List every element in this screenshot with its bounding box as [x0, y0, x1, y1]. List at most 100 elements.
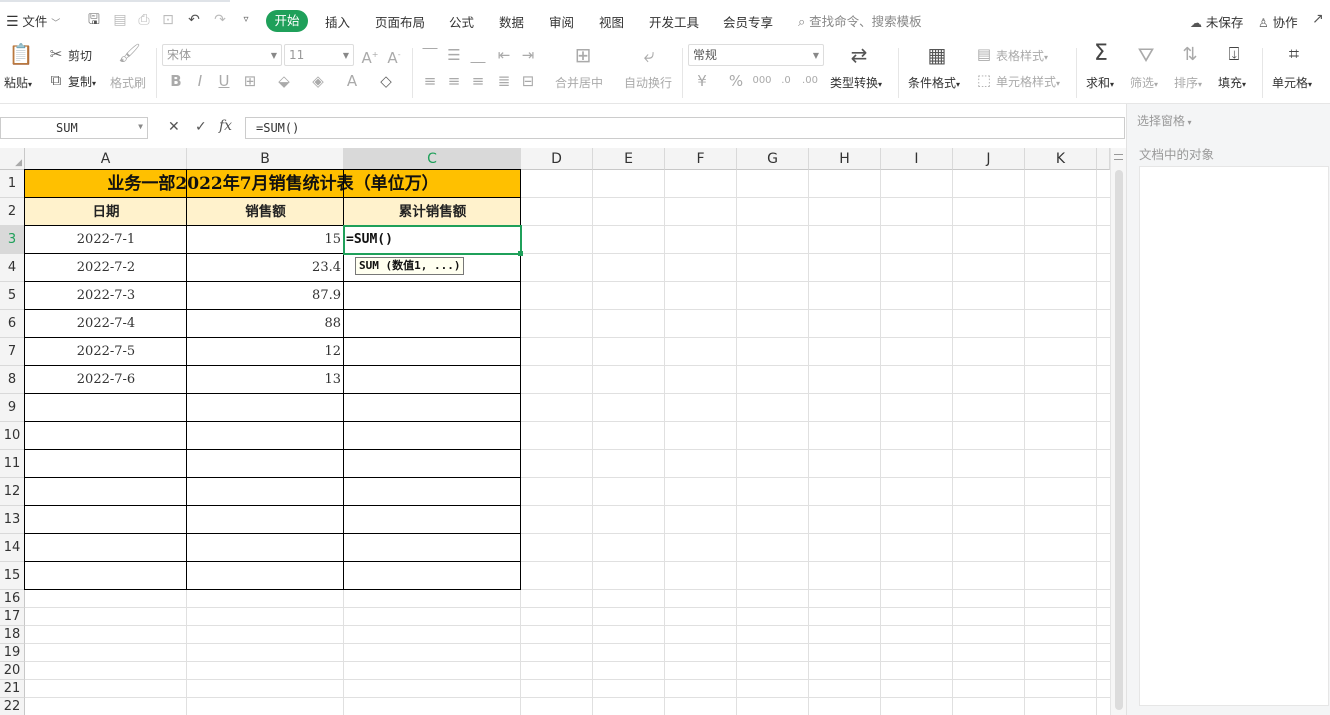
- column-header-i[interactable]: I: [881, 148, 953, 170]
- row-header-16[interactable]: 16: [0, 590, 25, 608]
- thousands-icon[interactable]: 000: [752, 71, 772, 91]
- row-header-9[interactable]: 9: [0, 394, 25, 422]
- cut-button[interactable]: 剪切: [68, 47, 92, 64]
- copy-button[interactable]: 复制▾: [68, 73, 96, 90]
- date-cell[interactable]: 2022-7-4: [25, 310, 187, 338]
- sales-cell[interactable]: 23.4: [187, 254, 344, 282]
- row-header-11[interactable]: 11: [0, 450, 25, 478]
- increase-decimal-icon[interactable]: .0: [776, 71, 796, 91]
- redo-icon[interactable]: ↷: [212, 11, 228, 29]
- spreadsheet-grid[interactable]: ◢ ABCDEFGHIJK 1 2 3 4 5 6 7 8 9 10 11 12 13 14 15 16 17 1…: [0, 148, 1110, 715]
- active-cell-c3[interactable]: =SUM(): [343, 225, 523, 256]
- date-cell[interactable]: 2022-7-5: [25, 338, 187, 366]
- decrease-indent-icon[interactable]: ⇤: [494, 45, 514, 65]
- scrollbar-thumb[interactable]: [1115, 170, 1123, 710]
- confirm-icon[interactable]: ✓: [195, 119, 207, 135]
- font-size-select[interactable]: 11 ▼: [284, 44, 354, 66]
- row-header-20[interactable]: 20: [0, 662, 25, 680]
- export-pdf-icon[interactable]: ▤: [112, 11, 128, 29]
- column-header-h[interactable]: H: [809, 148, 881, 170]
- insert-function-icon[interactable]: fx: [219, 118, 232, 134]
- merge-center-button[interactable]: 合并居中: [555, 74, 603, 91]
- row-header-7[interactable]: 7: [0, 338, 25, 366]
- decrease-font-icon[interactable]: A-: [384, 45, 404, 67]
- row-header-18[interactable]: 18: [0, 626, 25, 644]
- date-cell[interactable]: 2022-7-2: [25, 254, 187, 282]
- undo-icon[interactable]: ↶: [186, 11, 202, 29]
- column-header-j[interactable]: J: [953, 148, 1025, 170]
- file-menu[interactable]: ☰ 文件 ﹀: [6, 11, 66, 31]
- format-painter-button[interactable]: 格式刷: [110, 74, 146, 91]
- date-cell[interactable]: 2022-7-3: [25, 282, 187, 310]
- sort-button[interactable]: 排序▾: [1174, 74, 1202, 91]
- cancel-icon[interactable]: ✕: [168, 119, 180, 135]
- sales-cell[interactable]: 88: [187, 310, 344, 338]
- sales-cell[interactable]: 87.9: [187, 282, 344, 310]
- decrease-decimal-icon[interactable]: .00: [800, 71, 820, 91]
- paste-button[interactable]: 粘贴▾: [4, 74, 32, 91]
- row-header-2[interactable]: 2: [0, 198, 25, 226]
- column-header-d[interactable]: D: [521, 148, 593, 170]
- percent-icon[interactable]: %: [726, 71, 746, 91]
- column-header-b[interactable]: B: [187, 148, 344, 170]
- tab-member[interactable]: 会员专享: [723, 12, 773, 31]
- table-header-cell[interactable]: 日期: [25, 198, 187, 226]
- tab-developer[interactable]: 开发工具: [649, 12, 699, 31]
- number-format-select[interactable]: 常规 ▼: [688, 44, 824, 66]
- font-color-icon[interactable]: A: [342, 71, 362, 91]
- table-header-cell[interactable]: 累计销售额: [344, 198, 521, 226]
- align-left-icon[interactable]: ≡: [420, 71, 440, 91]
- tab-insert[interactable]: 插入: [325, 12, 350, 31]
- print-preview-icon[interactable]: ⊡: [160, 11, 176, 29]
- collaborate-button[interactable]: ♙ 协作: [1258, 12, 1298, 31]
- tab-formulas[interactable]: 公式: [449, 12, 474, 31]
- column-header-g[interactable]: G: [737, 148, 809, 170]
- save-icon[interactable]: 🖫: [86, 11, 102, 29]
- row-header-4[interactable]: 4: [0, 254, 25, 282]
- distribute-icon[interactable]: ⊟: [518, 71, 538, 91]
- conditional-format-button[interactable]: 条件格式▾: [908, 74, 960, 91]
- column-header-f[interactable]: F: [665, 148, 737, 170]
- clear-format-icon[interactable]: ◇: [376, 71, 396, 91]
- command-search[interactable]: ⌕ 查找命令、搜索模板: [798, 11, 922, 31]
- cell-editor-text[interactable]: =SUM(): [346, 227, 393, 253]
- column-header-e[interactable]: E: [593, 148, 665, 170]
- bold-icon[interactable]: B: [166, 71, 186, 91]
- row-header-1[interactable]: 1: [0, 170, 25, 198]
- filter-button[interactable]: 筛选▾: [1130, 74, 1158, 91]
- align-top-icon[interactable]: ⎺: [420, 45, 440, 65]
- border-icon[interactable]: ⊞: [240, 71, 260, 91]
- split-handle[interactable]: [1114, 154, 1123, 160]
- row-header-14[interactable]: 14: [0, 534, 25, 562]
- column-header-k[interactable]: K: [1025, 148, 1097, 170]
- italic-icon[interactable]: I: [190, 71, 210, 91]
- row-header-22[interactable]: 22: [0, 698, 25, 715]
- date-cell[interactable]: 2022-7-6: [25, 366, 187, 394]
- align-middle-icon[interactable]: ☰: [444, 45, 464, 65]
- select-all-corner[interactable]: ◢: [0, 148, 25, 170]
- tab-data[interactable]: 数据: [499, 12, 524, 31]
- row-header-19[interactable]: 19: [0, 644, 25, 662]
- row-header-15[interactable]: 15: [0, 562, 25, 590]
- unsaved-status[interactable]: ☁ 未保存: [1190, 12, 1243, 31]
- row-header-13[interactable]: 13: [0, 506, 25, 534]
- tab-page-layout[interactable]: 页面布局: [375, 12, 425, 31]
- row-header-3[interactable]: 3: [0, 226, 25, 254]
- increase-indent-icon[interactable]: ⇥: [518, 45, 538, 65]
- paste-icon[interactable]: 📋: [8, 44, 34, 70]
- justify-icon[interactable]: ≣: [494, 71, 514, 91]
- tab-home[interactable]: 开始: [266, 10, 308, 32]
- sales-cell[interactable]: 12: [187, 338, 344, 366]
- table-header-cell[interactable]: 销售额: [187, 198, 344, 226]
- table-style-button[interactable]: 表格样式▾: [996, 47, 1048, 64]
- cell-button[interactable]: 单元格▾: [1272, 74, 1312, 91]
- name-box[interactable]: SUM ▼: [0, 117, 148, 139]
- align-bottom-icon[interactable]: ⎽: [468, 45, 488, 65]
- row-header-5[interactable]: 5: [0, 282, 25, 310]
- print-icon[interactable]: ⎙: [136, 11, 152, 29]
- quick-access-dropdown-icon[interactable]: ▿: [238, 11, 254, 29]
- row-header-6[interactable]: 6: [0, 310, 25, 338]
- fill-button[interactable]: 填充▾: [1218, 74, 1246, 91]
- sum-button[interactable]: 求和▾: [1086, 74, 1114, 91]
- row-header-8[interactable]: 8: [0, 366, 25, 394]
